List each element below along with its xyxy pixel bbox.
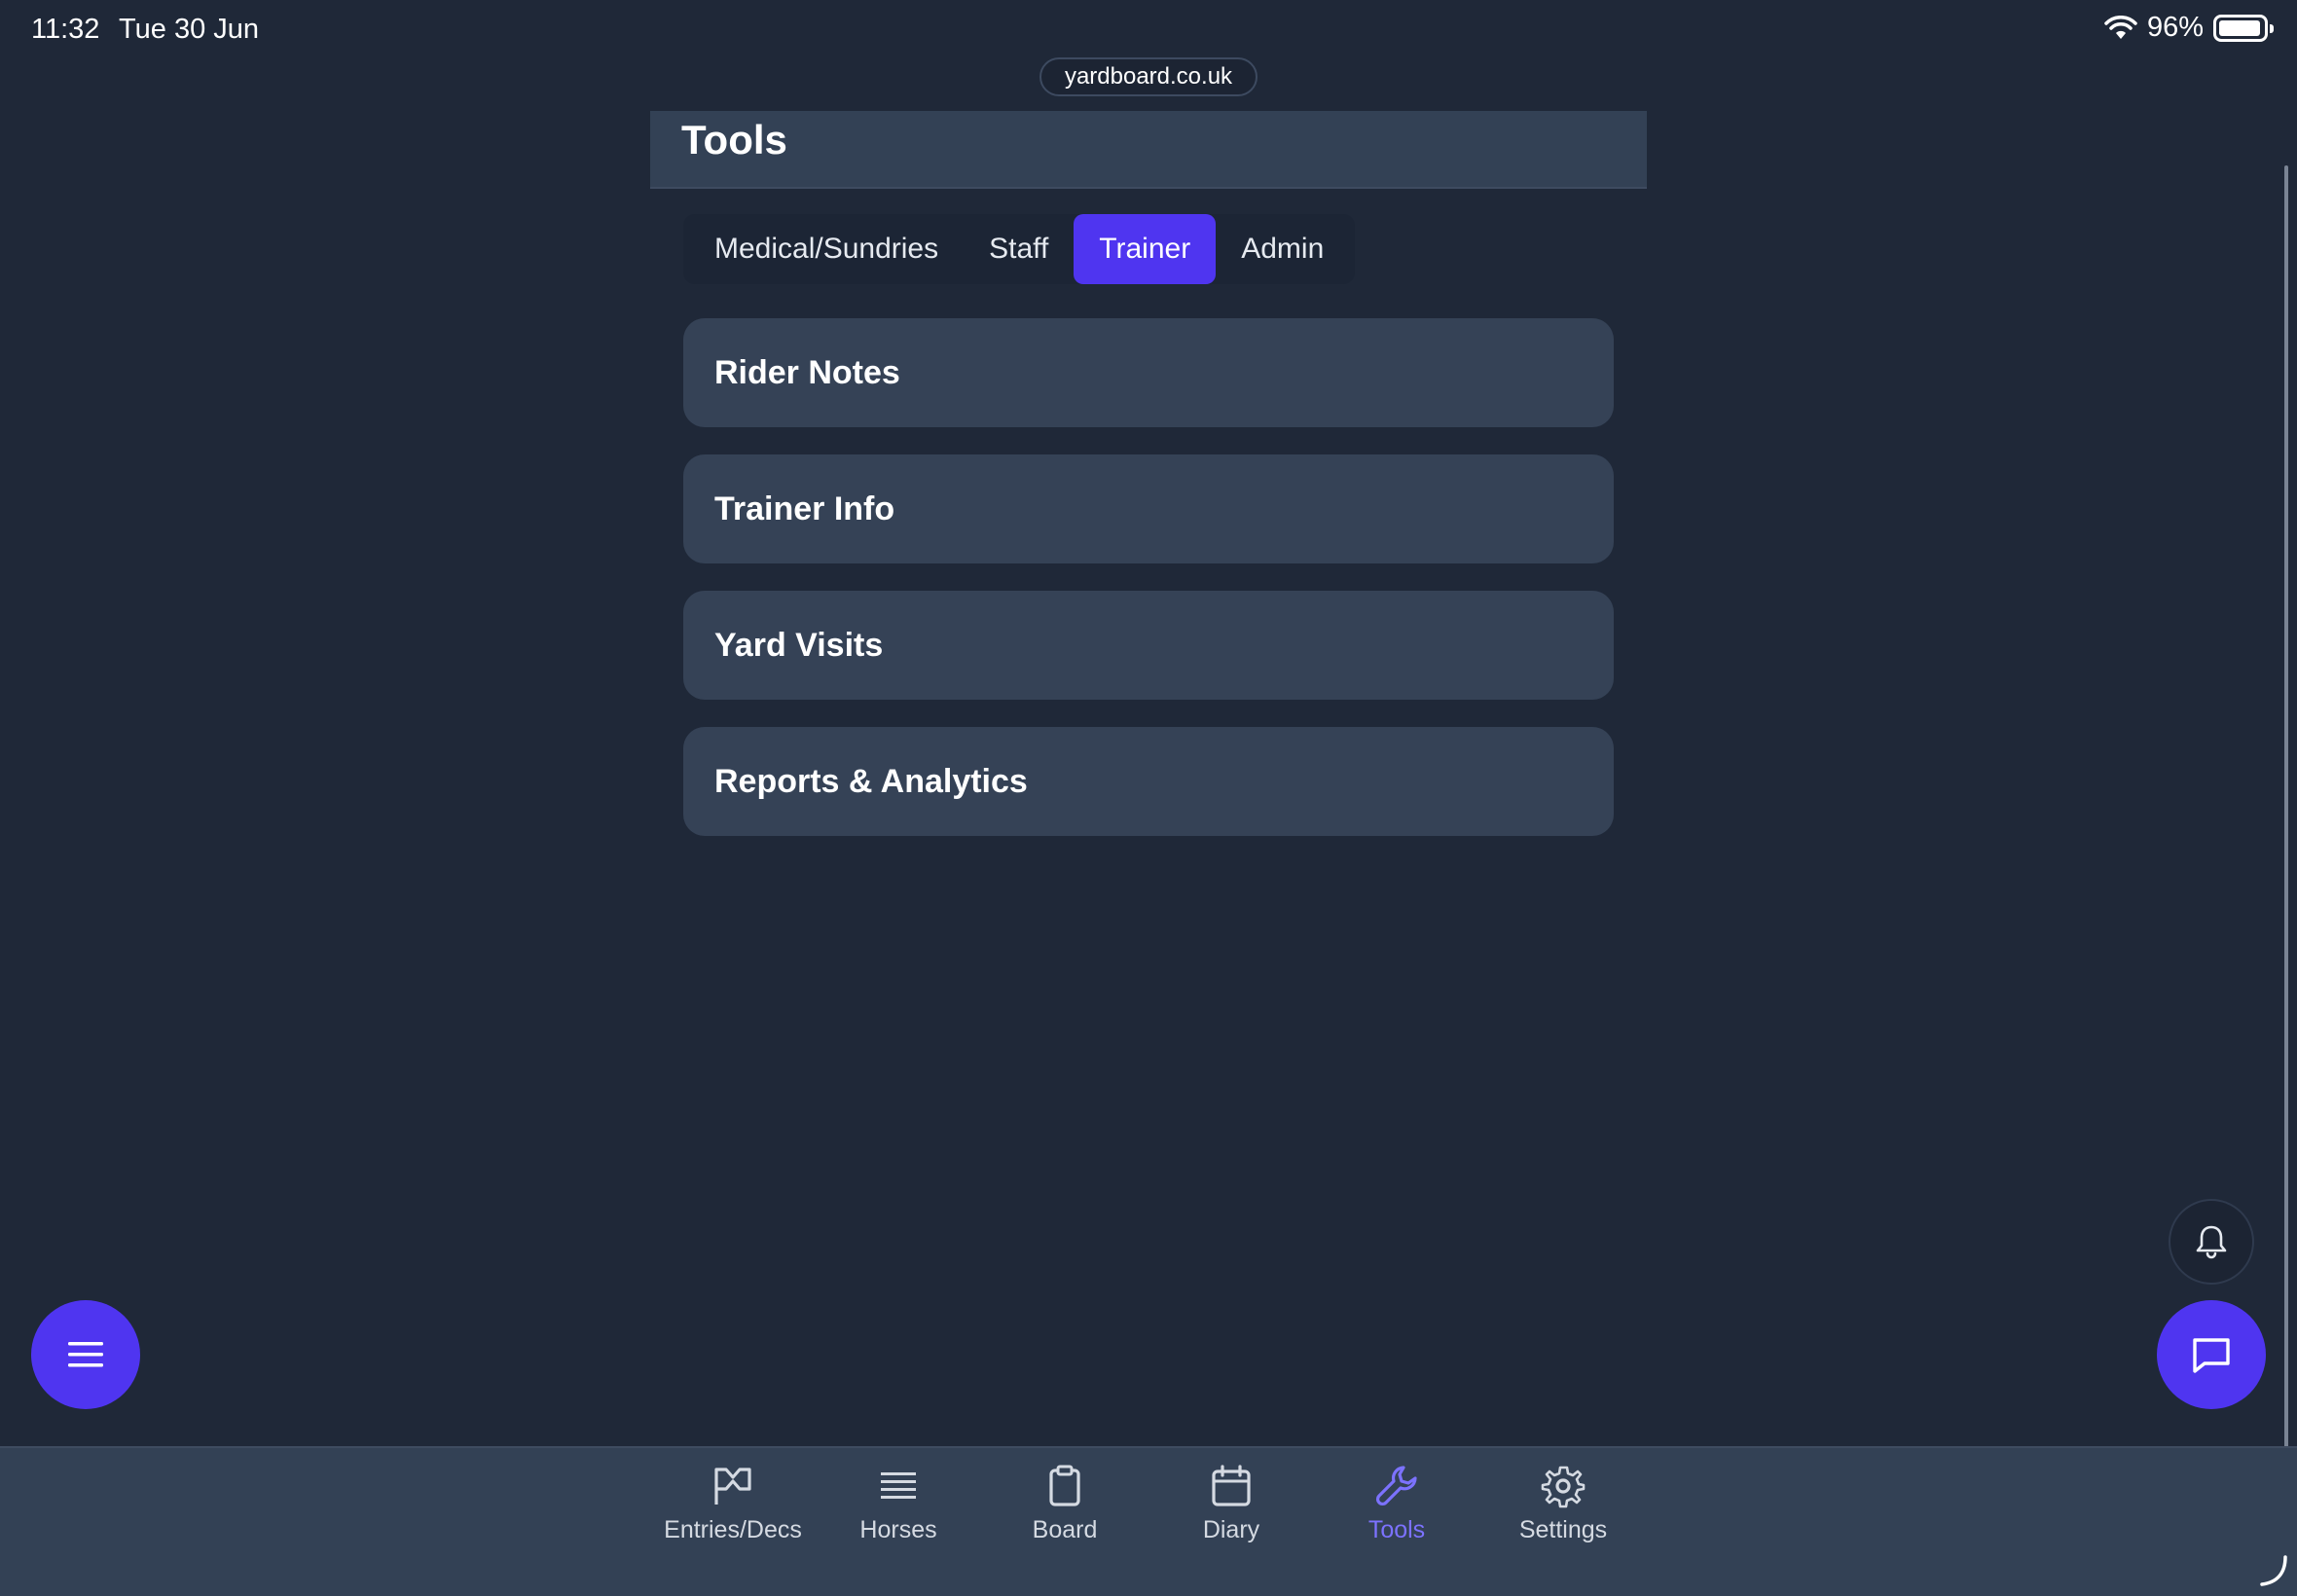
tab-medical-sundries[interactable]: Medical/Sundries (689, 214, 964, 284)
status-time: 11:32 (31, 14, 100, 45)
nav-settings[interactable]: Settings (1480, 1464, 1646, 1561)
hamburger-icon (68, 1342, 103, 1367)
nav-board[interactable]: Board (982, 1464, 1148, 1561)
page-title: Tools (681, 117, 787, 163)
clipboard-icon (1049, 1465, 1080, 1506)
nav-entries-decs[interactable]: Entries/Decs (650, 1464, 816, 1561)
trainer-info-card[interactable]: Trainer Info (683, 454, 1614, 563)
wifi-icon (2104, 15, 2137, 39)
nav-tools[interactable]: Tools (1314, 1464, 1479, 1561)
calendar-icon (1212, 1465, 1251, 1506)
notifications-button[interactable] (2169, 1199, 2254, 1285)
nav-label: Diary (1202, 1516, 1260, 1543)
resize-handle-icon (2260, 1555, 2287, 1586)
tool-list: Rider Notes Trainer Info Yard Visits Rep… (683, 318, 1614, 863)
status-indicators: 96% (2104, 12, 2274, 44)
status-date: Tue 30 Jun (119, 14, 260, 45)
nav-label: Board (1032, 1516, 1098, 1543)
gear-icon (1541, 1466, 1586, 1508)
yard-visits-card[interactable]: Yard Visits (683, 591, 1614, 700)
nav-label: Tools (1367, 1516, 1426, 1543)
nav-label: Entries/Decs (664, 1516, 802, 1543)
tab-trainer[interactable]: Trainer (1074, 214, 1217, 284)
chat-button[interactable] (2157, 1300, 2266, 1409)
rider-notes-card[interactable]: Rider Notes (683, 318, 1614, 427)
nav-label: Horses (859, 1516, 937, 1543)
bell-icon (2196, 1225, 2227, 1259)
url-bar[interactable]: yardboard.co.uk (1039, 57, 1258, 96)
tab-bar: Medical/Sundries Staff Trainer Admin (683, 214, 1356, 284)
menu-button[interactable] (31, 1300, 140, 1409)
nav-horses[interactable]: Horses (816, 1464, 981, 1561)
status-bar: 11:32 Tue 30 Jun 96% (0, 0, 2297, 62)
battery-percent: 96% (2146, 12, 2204, 43)
nav-diary[interactable]: Diary (1148, 1464, 1314, 1561)
tab-staff[interactable]: Staff (964, 214, 1074, 284)
wrench-icon (1375, 1466, 1417, 1506)
nav-label: Settings (1518, 1516, 1608, 1543)
reports-analytics-card[interactable]: Reports & Analytics (683, 727, 1614, 836)
tab-admin[interactable]: Admin (1216, 214, 1349, 284)
battery-icon (2213, 14, 2274, 42)
scrollbar[interactable] (2284, 165, 2288, 1567)
list-icon (881, 1472, 916, 1499)
chat-icon (2193, 1338, 2230, 1373)
flag-icon (714, 1468, 751, 1505)
page-header: Tools (650, 111, 1647, 189)
bottom-nav: Entries/Decs Horses Board Diary Tools Se… (0, 1446, 2297, 1596)
